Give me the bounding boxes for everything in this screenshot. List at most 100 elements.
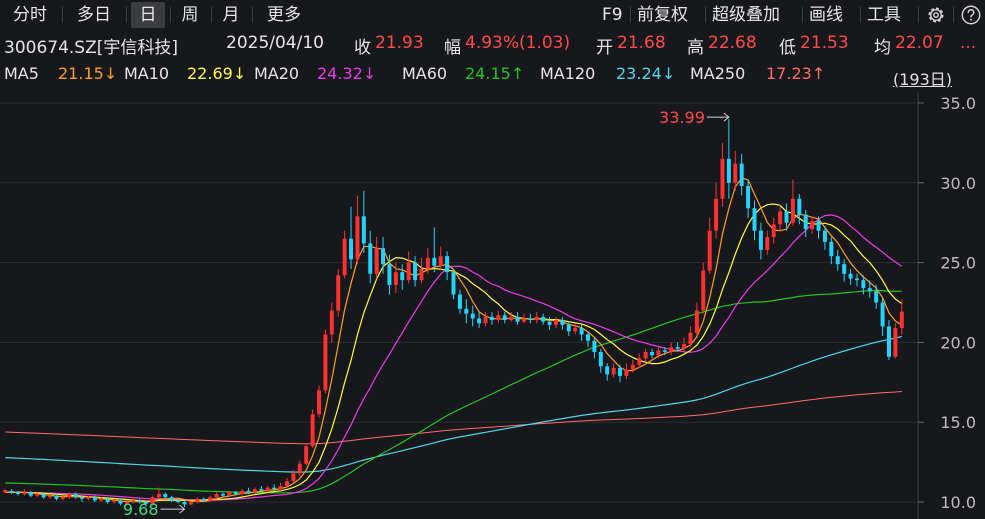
candle-down xyxy=(489,316,494,321)
candle-down xyxy=(246,490,251,493)
tools-button[interactable]: 工具 xyxy=(867,2,901,28)
candle-up xyxy=(86,497,91,499)
high-label: 高 xyxy=(687,38,704,58)
candle-down xyxy=(464,308,469,314)
quote-more[interactable]: ... xyxy=(960,33,976,53)
candle-down xyxy=(829,241,834,257)
open-label: 开 xyxy=(596,38,613,58)
tab-more[interactable]: 更多 xyxy=(258,2,310,28)
ma120-label: MA120 xyxy=(540,64,596,83)
ma250-direction: ↑ xyxy=(811,64,826,83)
candle-down xyxy=(477,318,482,324)
candle-down xyxy=(387,264,392,285)
ma250-number: 17.23 xyxy=(766,64,812,83)
candle-up xyxy=(329,310,334,335)
y-tick-label: 20.0 xyxy=(940,333,976,352)
candle-down xyxy=(470,313,475,319)
candle-down xyxy=(233,492,238,495)
candle-up xyxy=(694,310,699,333)
high-value: 22.68 xyxy=(708,33,757,53)
tool-separator xyxy=(705,7,706,23)
candle-down xyxy=(259,489,264,491)
gear-icon[interactable] xyxy=(925,4,947,26)
candle-down xyxy=(854,278,859,281)
tab-intraday[interactable]: 分时 xyxy=(4,2,56,28)
ma120-line xyxy=(5,335,902,473)
candle-up xyxy=(297,463,302,474)
candle-up xyxy=(553,320,558,325)
candle-up xyxy=(278,486,283,490)
tool-separator xyxy=(953,7,954,23)
candle-down xyxy=(445,256,450,273)
question-icon[interactable] xyxy=(960,4,982,26)
ma60-line xyxy=(5,289,902,494)
candle-up xyxy=(521,318,526,322)
candle-up xyxy=(195,498,200,503)
candle-up xyxy=(60,497,65,499)
candle-down xyxy=(381,248,386,265)
tab-separator xyxy=(211,7,212,23)
open-value: 21.68 xyxy=(617,33,666,53)
candle-down xyxy=(541,316,546,322)
ma120-value: 23.24↓ xyxy=(616,64,675,83)
tab-daily[interactable]: 日 xyxy=(131,2,165,28)
candle-up xyxy=(733,163,738,183)
candle-up xyxy=(208,497,213,501)
candle-down xyxy=(220,494,225,496)
y-tick-label: 25.0 xyxy=(940,254,976,273)
tab-monthly[interactable]: 月 xyxy=(215,2,247,28)
candle-down xyxy=(547,321,552,325)
y-tick-label: 35.0 xyxy=(940,94,976,113)
period-count-button[interactable]: (193日) xyxy=(893,66,952,90)
ma20-value: 24.32↓ xyxy=(317,64,376,83)
candle-down xyxy=(169,497,174,501)
f9-button[interactable]: F9 xyxy=(602,2,623,28)
candle-up xyxy=(393,272,398,285)
candle-down xyxy=(16,492,20,495)
candle-down xyxy=(361,216,366,244)
tab-separator xyxy=(62,7,63,23)
ma120-number: 23.24 xyxy=(616,64,662,83)
candle-down xyxy=(182,502,187,505)
stock-symbol: 300674.SZ[宇信科技] xyxy=(4,38,179,58)
tab-multi-day[interactable]: 多日 xyxy=(68,2,120,28)
candle-up xyxy=(48,495,53,498)
ma10-label: MA10 xyxy=(124,64,170,83)
moving-average-lines xyxy=(5,177,903,503)
candle-up xyxy=(285,481,289,487)
candle-up xyxy=(214,494,219,498)
candle-down xyxy=(272,487,277,490)
candle-up xyxy=(534,316,539,321)
candle-up xyxy=(227,492,232,496)
candlestick-chart[interactable]: 35.0 30.0 25.0 20.0 15.0 10.0 33.99 9.68 xyxy=(0,92,985,519)
quote-date: 2025/04/10 xyxy=(226,33,324,53)
candle-down xyxy=(528,318,533,321)
ma10-value: 22.69↓ xyxy=(187,64,246,83)
tab-weekly[interactable]: 周 xyxy=(174,2,206,28)
candle-down xyxy=(842,264,847,274)
candle-up xyxy=(265,487,270,491)
candle-down xyxy=(432,257,437,266)
candle-down xyxy=(675,347,680,349)
y-tick-label: 30.0 xyxy=(940,174,976,193)
change-value: 4.93%(1.03) xyxy=(465,33,571,53)
candle-down xyxy=(598,351,603,367)
forward-adjust-button[interactable]: 前复权 xyxy=(637,2,688,28)
candle-up xyxy=(438,256,443,266)
candle-up xyxy=(630,364,635,370)
candle-down xyxy=(880,302,885,327)
price-annotations: 33.99 9.68 xyxy=(123,108,730,519)
candle-down xyxy=(105,498,110,503)
candle-down xyxy=(566,324,571,332)
candle-up xyxy=(637,358,642,365)
candle-down xyxy=(92,497,97,501)
low-label: 低 xyxy=(779,38,796,58)
candle-down xyxy=(739,163,744,186)
candle-up xyxy=(656,350,661,356)
candle-up xyxy=(252,489,257,493)
candle-up xyxy=(778,211,783,225)
candle-down xyxy=(515,316,520,322)
super-overlay-button[interactable]: 超级叠加 xyxy=(712,2,780,28)
candle-down xyxy=(867,288,872,292)
draw-line-button[interactable]: 画线 xyxy=(809,2,843,28)
